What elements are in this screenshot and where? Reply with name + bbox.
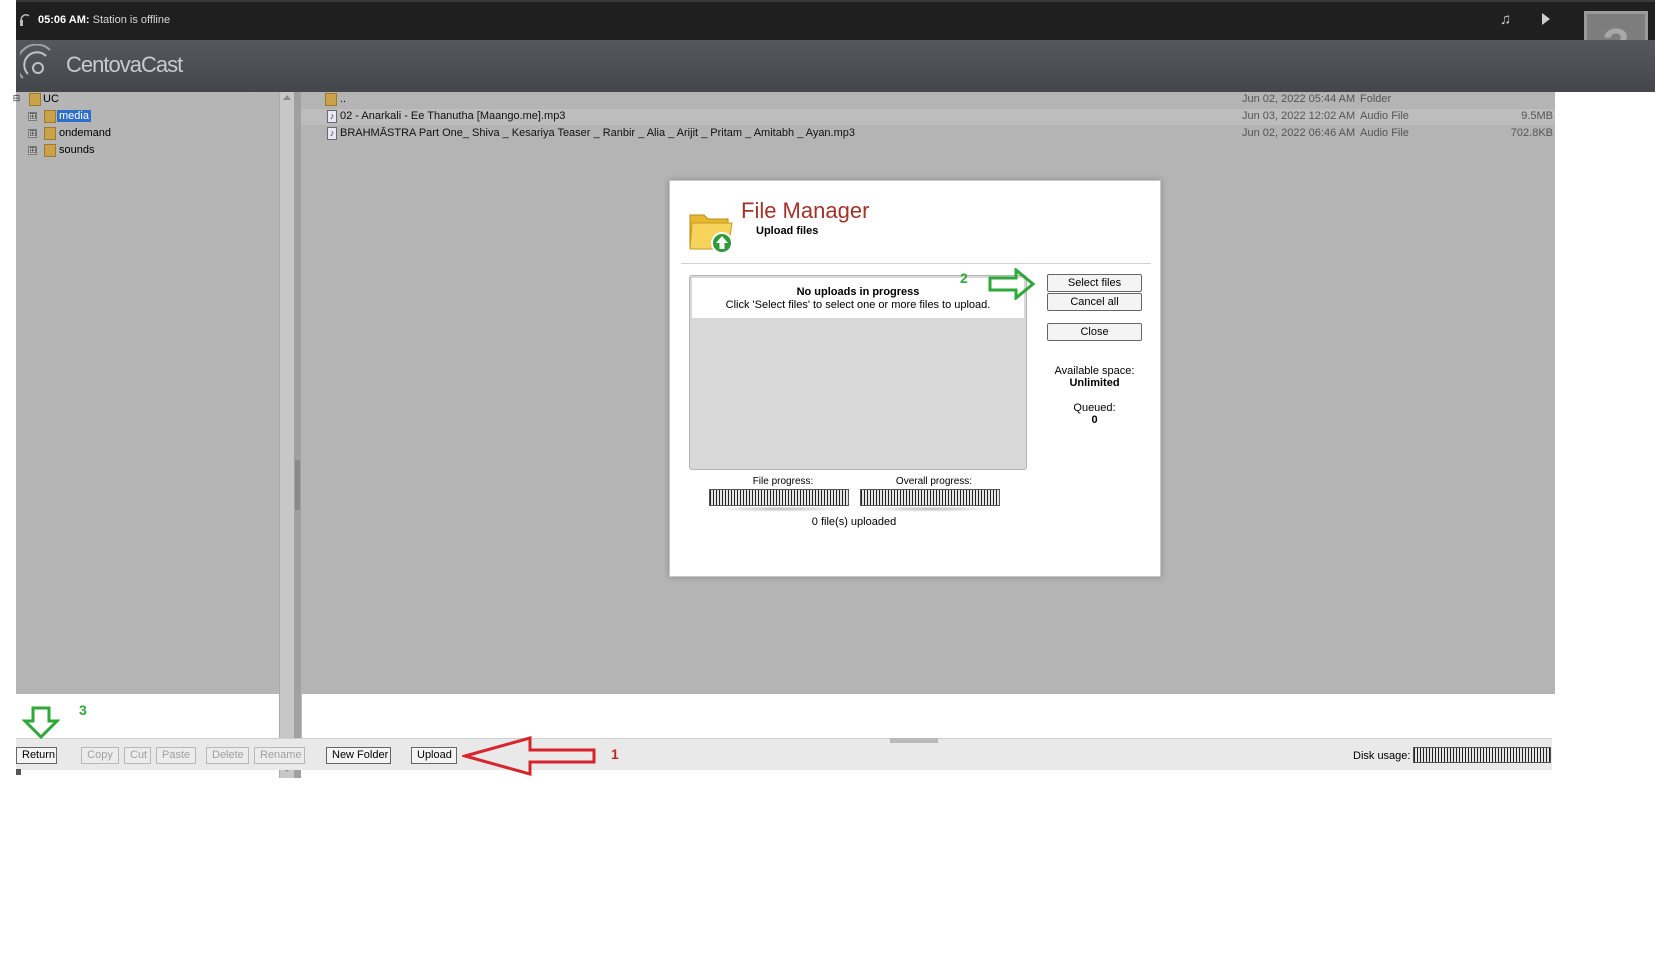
bottom-toolbar: Return Copy Cut Paste Delete Rename New … xyxy=(16,738,1552,770)
status-bar: 05:06 AM: Station is offline ♫ ? xyxy=(16,0,1655,75)
upload-folder-icon xyxy=(689,214,733,254)
paste-button[interactable]: Paste xyxy=(156,747,196,764)
folder-icon xyxy=(44,127,56,140)
file-progress-bar xyxy=(709,489,849,506)
upload-status-message: No uploads in progress Click 'Select fil… xyxy=(692,278,1024,318)
file-date: Jun 02, 2022 05:44 AM xyxy=(1242,93,1356,105)
folder-icon xyxy=(325,93,337,106)
file-date: Jun 03, 2022 12:02 AM xyxy=(1242,110,1356,122)
new-folder-button[interactable]: New Folder xyxy=(326,747,391,764)
file-size: 9.5MB xyxy=(1521,110,1553,122)
expand-icon[interactable]: ⊞ xyxy=(28,146,37,155)
close-button[interactable]: Close xyxy=(1047,323,1142,341)
status-time: 05:06 AM: xyxy=(38,14,90,26)
no-uploads-text: No uploads in progress xyxy=(796,286,920,298)
folder-icon xyxy=(44,144,56,157)
dialog-subtitle: Upload files xyxy=(756,225,819,237)
status-message: Station is offline xyxy=(89,14,171,26)
tree-item-label: UC xyxy=(43,93,59,105)
tree-item-ondemand[interactable]: ⊞ ondemand xyxy=(16,126,266,142)
file-row[interactable]: .. Jun 02, 2022 05:44 AM Folder xyxy=(301,92,1555,108)
progress-shadow xyxy=(709,506,849,512)
tree-scrollbar[interactable] xyxy=(279,92,295,778)
splitter-handle[interactable] xyxy=(890,738,938,743)
play-icon[interactable] xyxy=(1542,13,1550,25)
file-pane-footer xyxy=(301,694,1556,738)
scroll-up-icon[interactable] xyxy=(283,95,291,100)
green-arrow-down-icon xyxy=(22,706,60,740)
available-space-value: Unlimited xyxy=(1069,377,1120,389)
return-button[interactable]: Return xyxy=(16,747,57,764)
file-row[interactable]: ♪ 02 - Anarkali - Ee Thanutha [Maango.me… xyxy=(301,109,1555,125)
file-type: Audio File xyxy=(1360,127,1409,139)
step-2-label: 2 xyxy=(960,270,968,286)
queued-label: Queued: xyxy=(1073,402,1116,414)
step-1-label: 1 xyxy=(611,746,619,762)
uploaded-count: 0 file(s) uploaded xyxy=(811,516,897,528)
disk-usage-label: Disk usage: xyxy=(1353,750,1411,762)
headphones-icon xyxy=(20,14,30,26)
select-files-button[interactable]: Select files xyxy=(1047,274,1142,292)
tree-item-label: sounds xyxy=(59,144,95,156)
tree-item-label: ondemand xyxy=(59,127,111,139)
file-type: Audio File xyxy=(1360,110,1409,122)
step-3-label: 3 xyxy=(79,702,87,718)
overall-progress-bar xyxy=(860,489,1000,506)
divider-handle[interactable] xyxy=(295,460,300,510)
file-manager-dialog: File Manager Upload files No uploads in … xyxy=(669,180,1161,577)
disk-usage-bar xyxy=(1413,747,1551,763)
delete-button[interactable]: Delete xyxy=(206,747,249,764)
audio-file-icon: ♪ xyxy=(327,110,337,123)
cut-button[interactable]: Cut xyxy=(124,747,151,764)
music-note-icon[interactable]: ♫ xyxy=(1500,11,1511,28)
audio-file-icon: ♪ xyxy=(327,127,337,140)
file-row[interactable]: ♪ BRAHMĀSTRA Part One_ Shiva _ Kesariya … xyxy=(301,126,1555,142)
marker xyxy=(16,769,21,775)
file-size: 702.8KB xyxy=(1510,127,1553,139)
green-arrow-right-icon xyxy=(988,268,1036,300)
station-status: 05:06 AM: Station is offline xyxy=(38,14,170,26)
folder-tree: ⊟ UC ⊞ media ⊞ ondemand ⊞ sounds xyxy=(13,92,279,734)
logo-bar: CentovaCast xyxy=(16,40,1655,92)
tree-item-label: media xyxy=(57,110,91,122)
file-name: .. xyxy=(340,93,347,105)
collapse-icon[interactable]: ⊟ xyxy=(12,94,21,104)
centova-logo-icon xyxy=(20,44,51,79)
file-name: 02 - Anarkali - Ee Thanutha [Maango.me].… xyxy=(340,110,566,122)
expand-icon[interactable]: ⊞ xyxy=(28,129,37,138)
progress-shadow xyxy=(860,506,1000,512)
copy-button[interactable]: Copy xyxy=(81,747,119,764)
file-name: BRAHMĀSTRA Part One_ Shiva _ Kesariya Te… xyxy=(340,127,856,139)
queued-value: 0 xyxy=(1091,414,1098,426)
expand-icon[interactable]: ⊞ xyxy=(28,112,37,121)
dialog-title: File Manager xyxy=(741,198,870,223)
upload-button[interactable]: Upload xyxy=(411,747,457,764)
logo-text: CentovaCast xyxy=(66,52,183,77)
folder-icon xyxy=(44,110,56,123)
upload-hint-text: Click 'Select files' to select one or mo… xyxy=(725,299,991,311)
rename-button[interactable]: Rename xyxy=(254,747,305,764)
cancel-all-button[interactable]: Cancel all xyxy=(1047,293,1142,311)
file-date: Jun 02, 2022 06:46 AM xyxy=(1242,127,1356,139)
tree-item-uc[interactable]: ⊟ UC xyxy=(13,92,266,108)
file-type: Folder xyxy=(1360,93,1392,105)
upload-queue-list[interactable]: No uploads in progress Click 'Select fil… xyxy=(689,275,1027,470)
folder-icon xyxy=(29,93,41,106)
red-arrow-icon xyxy=(462,736,596,776)
available-space-label: Available space: xyxy=(1054,365,1135,377)
file-progress-label: File progress: xyxy=(752,476,814,487)
pane-divider[interactable] xyxy=(294,92,301,778)
divider xyxy=(681,263,1151,264)
overall-progress-label: Overall progress: xyxy=(895,476,973,487)
tree-item-sounds[interactable]: ⊞ sounds xyxy=(16,143,266,159)
tree-item-media[interactable]: ⊞ media xyxy=(16,109,266,125)
